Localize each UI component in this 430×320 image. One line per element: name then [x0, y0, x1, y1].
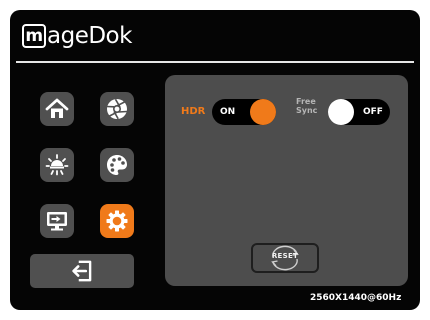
resolution-readout: 2560X1440@60Hz — [310, 293, 402, 303]
sidebar-menu — [24, 80, 148, 310]
brand-logo: m ageDok — [22, 20, 132, 52]
palette-icon — [107, 155, 127, 175]
hdr-label: HDR — [181, 106, 206, 117]
aperture-icon — [106, 98, 128, 120]
input-source-icon — [47, 212, 67, 231]
reset-button[interactable]: RESET — [251, 243, 319, 273]
hdr-toggle-knob — [250, 99, 276, 125]
sidebar-item-picture[interactable] — [100, 92, 134, 126]
sidebar-item-input[interactable] — [40, 204, 74, 238]
freesync-state: OFF — [363, 107, 383, 117]
reset-label: RESET — [271, 252, 299, 260]
hdr-toggle[interactable]: ON — [212, 99, 276, 125]
header-divider — [16, 61, 414, 63]
sidebar-item-settings[interactable] — [100, 204, 134, 238]
hdr-state: ON — [220, 107, 236, 117]
freesync-label: Free Sync — [296, 97, 318, 115]
exit-button[interactable] — [30, 254, 134, 288]
exit-icon — [72, 260, 92, 282]
logo-text: ageDok — [47, 23, 132, 49]
logo-mark: m — [22, 24, 46, 48]
sidebar-item-color[interactable] — [100, 148, 134, 182]
freesync-toggle-knob — [328, 99, 354, 125]
brightness-icon — [45, 154, 69, 176]
home-icon — [45, 98, 69, 118]
sidebar-item-home[interactable] — [40, 92, 74, 126]
freesync-toggle[interactable]: OFF — [328, 99, 390, 125]
gear-icon — [106, 210, 128, 232]
settings-panel: HDR ON Free Sync OFF RESET — [165, 75, 408, 286]
osd-window: m ageDok HDR ON Free Sync OFF RESET 2560… — [10, 10, 420, 310]
sidebar-item-brightness[interactable] — [40, 148, 74, 182]
